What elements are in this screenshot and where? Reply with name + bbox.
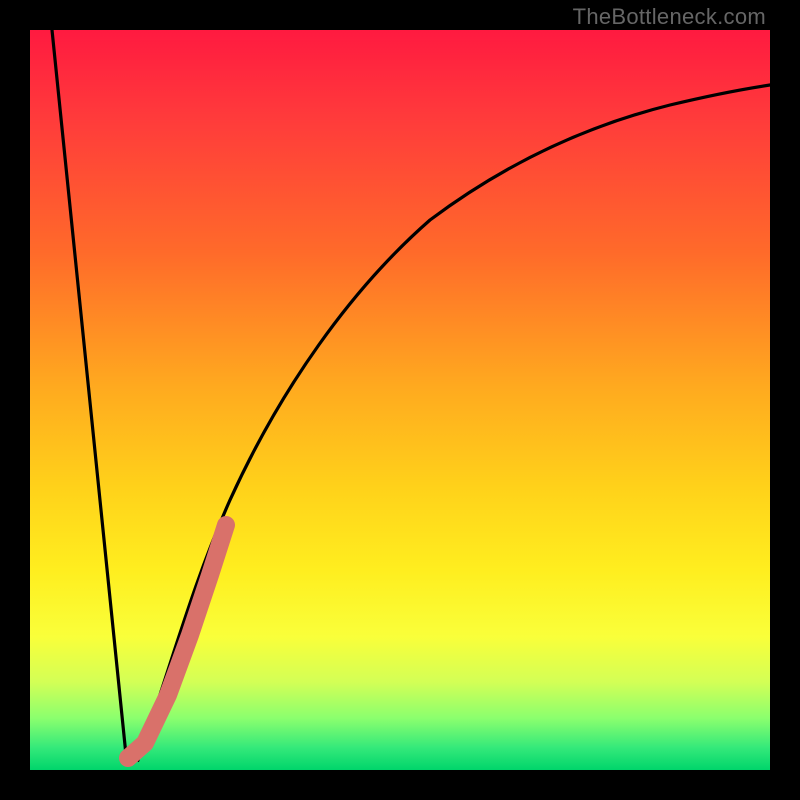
watermark-text: TheBottleneck.com [573,4,766,30]
bottleneck-plot [30,30,770,770]
chart-frame: TheBottleneck.com [0,0,800,800]
bottleneck-curve-path [52,30,770,760]
plot-area [30,30,770,770]
